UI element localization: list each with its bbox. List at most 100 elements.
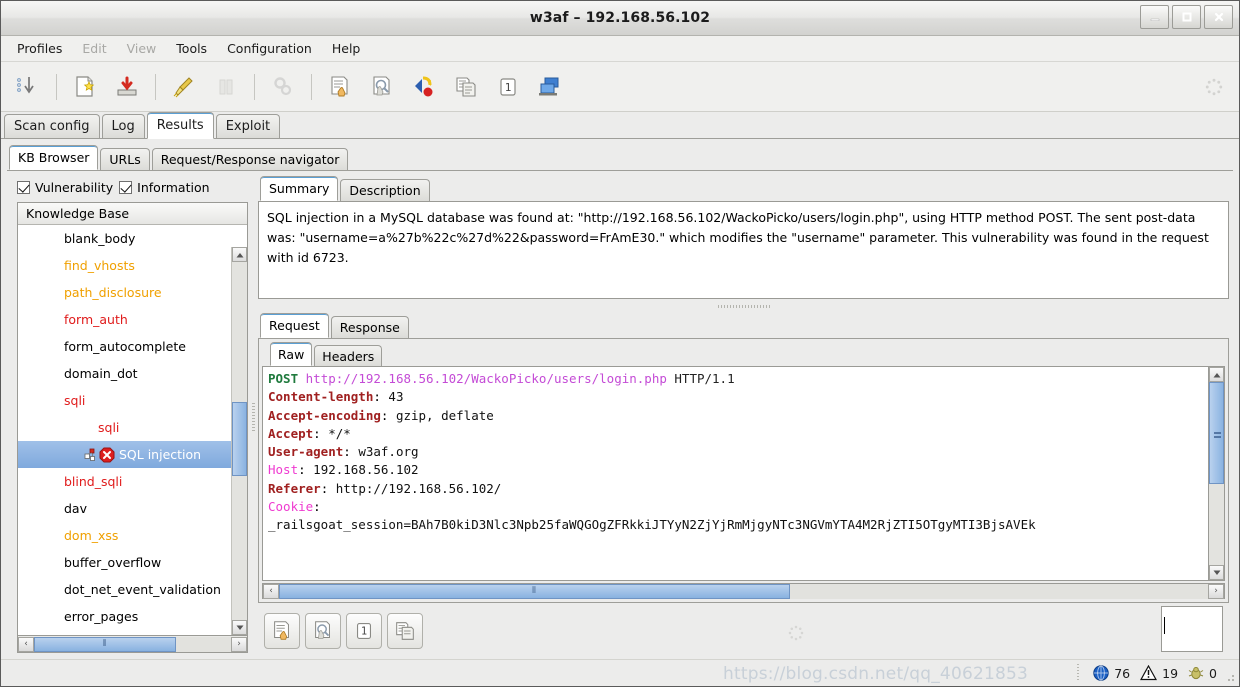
expander-icon[interactable] (22, 557, 62, 568)
scroll-left-icon[interactable]: ‹ (18, 636, 34, 652)
tree-row[interactable]: find_vhosts (18, 252, 247, 279)
manual-request-icon[interactable] (321, 68, 359, 106)
tab-exploit[interactable]: Exploit (215, 114, 281, 138)
information-checkbox[interactable] (119, 180, 133, 194)
tab-log[interactable]: Log (101, 114, 145, 138)
save-profile-icon[interactable] (108, 68, 146, 106)
expander-icon[interactable] (22, 503, 62, 514)
kb-tree-horizontal-scrollbar[interactable]: ‹ ⦀ › (17, 636, 248, 653)
tab-request[interactable]: Request (260, 313, 329, 338)
tree-row[interactable]: blank_body (18, 225, 247, 252)
tree-row[interactable]: sqli (18, 387, 247, 414)
tab-headers[interactable]: Headers (314, 345, 383, 366)
scroll-down-icon[interactable] (1209, 565, 1224, 580)
scroll-down-icon[interactable] (232, 620, 247, 635)
scroll-track[interactable] (232, 262, 247, 620)
tab-scan-config[interactable]: Scan config (4, 114, 100, 138)
scroll-left-icon[interactable]: ‹ (263, 583, 279, 599)
export-request-icon[interactable] (531, 68, 569, 106)
raw-request-horizontal-scrollbar[interactable]: ‹ ⦀ › (262, 583, 1225, 599)
tab-request-response-navigator[interactable]: Request/Response navigator (151, 148, 349, 170)
menu-help[interactable]: Help (322, 38, 371, 59)
expander-icon[interactable] (22, 584, 62, 595)
tree-row[interactable]: error_pages (18, 603, 247, 630)
header-name: Cookie (268, 499, 314, 515)
menu-profiles[interactable]: Profiles (7, 38, 72, 59)
tree-row-selected[interactable]: SQL injection (18, 441, 247, 468)
window-resize-grip[interactable] (1224, 671, 1236, 683)
scroll-right-icon[interactable]: › (1208, 583, 1224, 599)
encode-decode-icon[interactable]: 1 (489, 68, 527, 106)
divider-grip[interactable] (251, 402, 255, 433)
raw-request-text[interactable]: POST http://192.168.56.102/WackoPicko/us… (262, 366, 1209, 581)
filter-vulnerability-label: Vulnerability (35, 179, 114, 195)
fuzzy-request-icon[interactable] (305, 613, 341, 649)
scroll-up-icon[interactable] (1209, 367, 1224, 382)
scroll-right-icon[interactable]: › (231, 636, 247, 652)
kb-tree-body[interactable]: blank_body find_vhosts path_disclosure f… (18, 225, 247, 635)
menu-tools[interactable]: Tools (166, 38, 217, 59)
tab-results[interactable]: Results (146, 112, 214, 139)
kb-browser-pane: Vulnerability Information Knowledge Base (7, 176, 248, 659)
scroll-up-icon[interactable] (232, 247, 247, 262)
scroll-thumb[interactable] (1209, 382, 1224, 484)
tree-row[interactable]: buffer_overflow (18, 549, 247, 576)
proxy-icon[interactable] (405, 68, 443, 106)
scroll-track[interactable]: ⦀ (279, 583, 1208, 599)
status-warning-count: 19 (1140, 665, 1178, 681)
expander-icon[interactable] (22, 287, 62, 298)
expander-icon[interactable] (22, 233, 62, 244)
new-profile-icon[interactable] (66, 68, 104, 106)
filter-vulnerability[interactable]: Vulnerability (17, 180, 113, 195)
tab-raw[interactable]: Raw (270, 342, 313, 366)
vulnerability-checkbox[interactable] (17, 180, 30, 194)
tree-row[interactable]: dot_net_event_validation (18, 576, 247, 603)
expander-icon[interactable] (22, 260, 62, 271)
tree-row[interactable]: path_disclosure (18, 279, 247, 306)
scroll-track[interactable]: ⦀ (34, 636, 231, 652)
fuzzy-request-icon[interactable] (363, 68, 401, 106)
start-scan-icon[interactable] (9, 68, 47, 106)
scroll-thumb[interactable] (232, 402, 247, 476)
scroll-thumb[interactable]: ⦀ (34, 636, 176, 652)
compare-icon[interactable] (447, 68, 485, 106)
export-request-icon[interactable] (387, 613, 423, 649)
filter-information[interactable]: Information (119, 180, 210, 195)
menu-configuration[interactable]: Configuration (217, 38, 322, 59)
kb-tree-vertical-scrollbar[interactable] (231, 247, 247, 635)
pane-divider[interactable] (248, 176, 258, 659)
tree-row[interactable]: dav (18, 495, 247, 522)
close-button[interactable] (1204, 5, 1233, 29)
tab-response[interactable]: Response (330, 316, 409, 338)
manual-request-icon[interactable] (264, 613, 300, 649)
tab-urls[interactable]: URLs (100, 148, 150, 170)
expander-icon[interactable] (22, 396, 62, 405)
tab-description[interactable]: Description (340, 179, 430, 201)
expander-icon[interactable] (22, 368, 62, 379)
expander-icon[interactable] (22, 314, 62, 325)
expander-icon[interactable] (22, 423, 80, 432)
scroll-track[interactable] (1209, 382, 1224, 565)
minimize-button[interactable] (1140, 5, 1169, 29)
expander-icon[interactable] (22, 476, 62, 487)
text-entry-field[interactable] (1161, 606, 1223, 652)
clear-icon[interactable] (165, 68, 203, 106)
raw-request-vertical-scrollbar[interactable] (1209, 366, 1225, 581)
tree-row[interactable]: blind_sqli (18, 468, 247, 495)
expander-icon[interactable] (22, 530, 62, 541)
tree-row[interactable]: form_auth (18, 306, 247, 333)
expander-icon[interactable] (22, 341, 62, 352)
busy-spinner-icon (1205, 78, 1223, 96)
scroll-thumb[interactable]: ⦀ (279, 583, 790, 599)
expander-icon[interactable] (22, 611, 62, 622)
encode-decode-icon[interactable]: 1 (346, 613, 382, 649)
tree-row[interactable]: sqli (18, 414, 247, 441)
tree-row[interactable]: dom_xss (18, 522, 247, 549)
tab-summary[interactable]: Summary (260, 176, 339, 201)
summary-resize-handle[interactable] (258, 299, 1229, 313)
raw-request-row: POST http://192.168.56.102/WackoPicko/us… (262, 366, 1225, 581)
maximize-button[interactable] (1172, 5, 1201, 29)
tab-kb-browser[interactable]: KB Browser (9, 145, 99, 170)
tree-row[interactable]: form_autocomplete (18, 333, 247, 360)
tree-row[interactable]: domain_dot (18, 360, 247, 387)
